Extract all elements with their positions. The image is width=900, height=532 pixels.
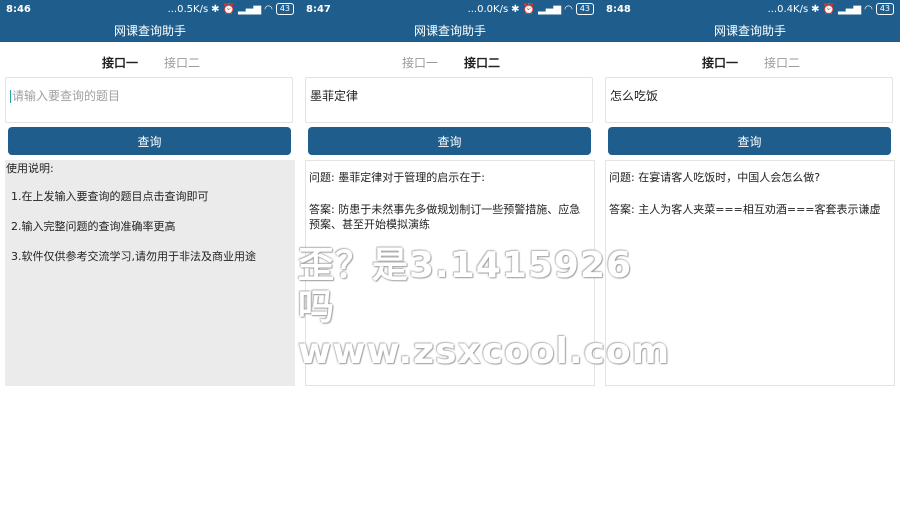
wifi-icon: ◠ — [564, 3, 573, 15]
question-input[interactable]: 墨菲定律 — [305, 77, 593, 123]
instructions-area: 使用说明: 1.在上发输入要查询的题目点击查询即可 2.输入完整问题的查询准确率… — [5, 160, 295, 386]
alarm-icon: ⏰ — [222, 3, 235, 15]
app-title: 网课查询助手 — [113, 23, 186, 38]
status-bar: 8:48 ...0.4K/s ✱ ⏰ ▂▄▆ ◠ 43 — [600, 0, 900, 18]
bluetooth-icon: ✱ — [511, 3, 520, 15]
result-question: 问题: 在宴请客人吃饭时，中国人会怎么做? — [609, 171, 821, 184]
tab-api-2[interactable]: 接口二 — [764, 54, 800, 71]
phone-screen-3: 8:48 ...0.4K/s ✱ ⏰ ▂▄▆ ◠ 43 网课查询助手 接口一 接… — [600, 0, 900, 532]
result-question: 问题: 墨菲定律对于管理的启示在于: — [309, 171, 485, 184]
battery-icon: 43 — [875, 3, 894, 15]
instructions-title: 使用说明: — [6, 162, 54, 175]
network-speed: ...0.0K/s — [467, 3, 509, 15]
app-title-bar: 网课查询助手 — [300, 18, 600, 42]
battery-icon: 43 — [275, 3, 294, 15]
status-time: 8:46 — [6, 3, 31, 15]
question-input[interactable]: 怎么吃饭 — [605, 77, 893, 123]
query-button[interactable]: 查询 — [608, 127, 891, 155]
phone-screen-1: 8:46 ...0.5K/s ✱ ⏰ ▂▄▆ ◠ 43 网课查询助手 接口一 接… — [0, 0, 300, 532]
instruction-item: 1.在上发输入要查询的题目点击查询即可 — [11, 190, 209, 203]
status-indicators: ...0.5K/s ✱ ⏰ ▂▄▆ ◠ 43 — [168, 3, 294, 15]
text-cursor — [10, 90, 11, 103]
result-area: 问题: 墨菲定律对于管理的启示在于: 答案: 防患于未然事先多做规划制订一些预警… — [305, 160, 595, 386]
battery-icon: 43 — [575, 3, 594, 15]
api-tabs: 接口一 接口二 — [0, 42, 300, 80]
app-title-bar: 网课查询助手 — [0, 18, 300, 42]
alarm-icon: ⏰ — [522, 3, 535, 15]
tab-api-2[interactable]: 接口二 — [464, 54, 500, 71]
result-answer: 答案: 主人为客人夹菜===相互劝酒===客套表示谦虚 — [609, 203, 881, 216]
signal-icon: ▂▄▆ — [538, 3, 562, 15]
question-input[interactable]: 请输入要查询的题目 — [5, 77, 293, 123]
api-tabs: 接口一 接口二 — [300, 42, 600, 80]
status-bar: 8:46 ...0.5K/s ✱ ⏰ ▂▄▆ ◠ 43 — [0, 0, 300, 18]
network-speed: ...0.5K/s — [167, 3, 209, 15]
app-title-bar: 网课查询助手 — [600, 18, 900, 42]
wifi-icon: ◠ — [864, 3, 873, 15]
api-tabs: 接口一 接口二 — [600, 42, 900, 80]
status-indicators: ...0.4K/s ✱ ⏰ ▂▄▆ ◠ 43 — [768, 3, 894, 15]
wifi-icon: ◠ — [264, 3, 273, 15]
instruction-item: 3.软件仅供参考交流学习,请勿用于非法及商业用途 — [11, 250, 256, 263]
bluetooth-icon: ✱ — [211, 3, 220, 15]
query-button[interactable]: 查询 — [308, 127, 591, 155]
status-time: 8:47 — [306, 3, 331, 15]
status-time: 8:48 — [606, 3, 631, 15]
app-title: 网课查询助手 — [413, 23, 486, 38]
question-input-placeholder: 请输入要查询的题目 — [12, 89, 121, 103]
phone-screen-2: 8:47 ...0.0K/s ✱ ⏰ ▂▄▆ ◠ 43 网课查询助手 接口一 接… — [300, 0, 600, 532]
tab-api-1[interactable]: 接口一 — [702, 54, 738, 71]
network-speed: ...0.4K/s — [767, 3, 809, 15]
alarm-icon: ⏰ — [822, 3, 835, 15]
tab-api-1[interactable]: 接口一 — [402, 54, 438, 71]
tab-api-1[interactable]: 接口一 — [102, 54, 138, 71]
signal-icon: ▂▄▆ — [838, 3, 862, 15]
result-area: 问题: 在宴请客人吃饭时，中国人会怎么做? 答案: 主人为客人夹菜===相互劝酒… — [605, 160, 895, 386]
signal-icon: ▂▄▆ — [238, 3, 262, 15]
tab-api-2[interactable]: 接口二 — [164, 54, 200, 71]
status-indicators: ...0.0K/s ✱ ⏰ ▂▄▆ ◠ 43 — [468, 3, 594, 15]
app-title: 网课查询助手 — [713, 23, 786, 38]
status-bar: 8:47 ...0.0K/s ✱ ⏰ ▂▄▆ ◠ 43 — [300, 0, 600, 18]
bluetooth-icon: ✱ — [811, 3, 820, 15]
query-button[interactable]: 查询 — [8, 127, 291, 155]
result-answer: 答案: 防患于未然事先多做规划制订一些预警措施、应急预案、甚至开始模拟演练 — [309, 203, 581, 231]
instruction-item: 2.输入完整问题的查询准确率更高 — [11, 220, 176, 233]
